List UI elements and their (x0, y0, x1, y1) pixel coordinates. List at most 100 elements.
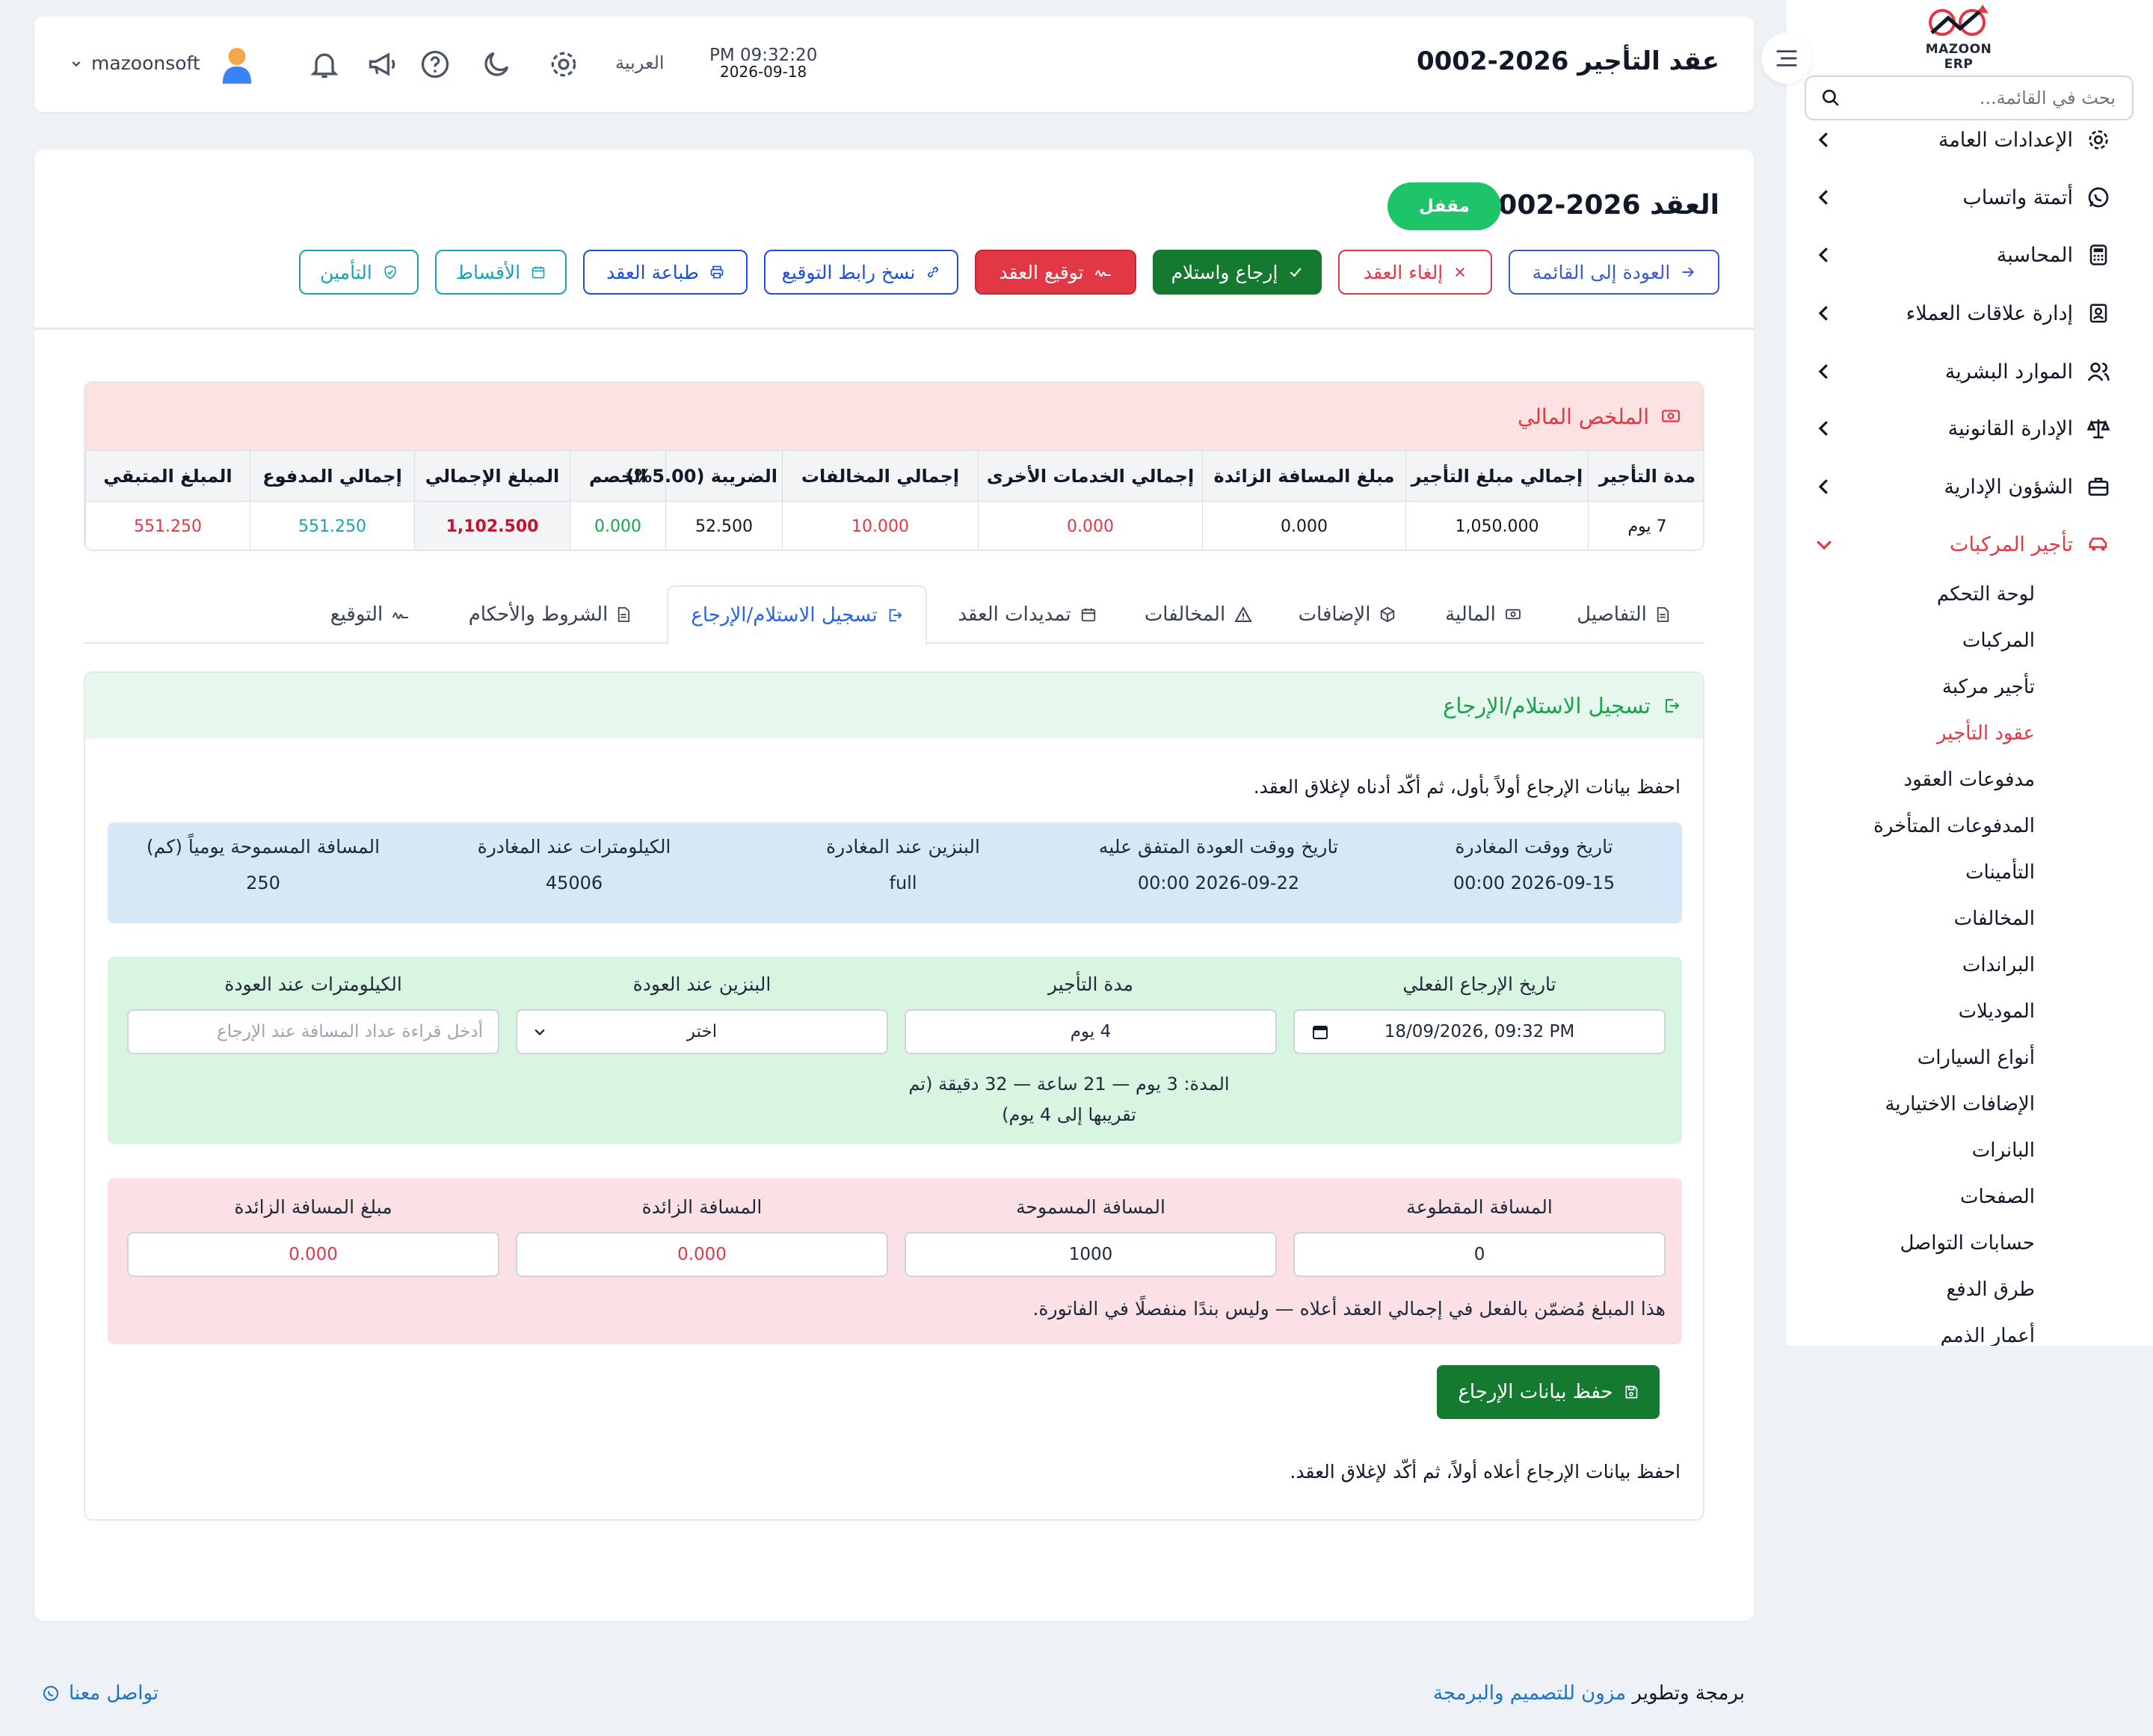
sidebar-subitem[interactable]: الإضافات الاختيارية (1885, 1093, 2035, 1130)
footer-credit: برمجة وتطوير مزون للتصميم والبرمجة (1433, 1682, 1745, 1705)
credit-prefix: برمجة وتطوير (1632, 1682, 1745, 1705)
sidebar-subitem[interactable]: لوحة التحكم (1937, 583, 2035, 621)
clock-time: PM 09:32:20 (709, 46, 818, 65)
help-icon[interactable] (419, 48, 452, 81)
allowed-distance-input[interactable]: 1000 (905, 1232, 1277, 1277)
sidebar-search-input[interactable] (1841, 87, 2117, 109)
sidebar-item-vehicle-rental[interactable]: تأجير المركبات (1813, 522, 2112, 567)
box-icon (1381, 606, 1395, 623)
info-label: الكيلومترات عند المغادرة (477, 836, 671, 858)
field-value: 18/09/2026, 09:32 PM (1384, 1022, 1575, 1041)
distance-driven-input[interactable]: 0 (1293, 1232, 1666, 1277)
tab-checkin-return[interactable]: تسجيل الاستلام/الإرجاع (667, 585, 927, 645)
tab-signature[interactable]: التوقيع (307, 585, 434, 644)
tab-terms[interactable]: الشروط والأحكام (449, 585, 650, 644)
field-label: المسافة الزائدة (641, 1196, 763, 1218)
sidebar-subitem[interactable]: أنواع السيارات (1918, 1047, 2035, 1084)
allowed-distance-field: المسافة المسموحة 1000 (905, 1196, 1277, 1277)
insurance-button[interactable]: التأمين (299, 250, 419, 295)
sidebar-subitem[interactable]: حسابات التواصل (1900, 1232, 2035, 1269)
sidebar-item-whatsapp[interactable]: أتمتة واتساب (1813, 175, 2112, 220)
sidebar-subitem[interactable]: أعمار الذمم (1940, 1325, 2035, 1346)
sidebar-item-crm[interactable]: إدارة علاقات العملاء (1813, 291, 2112, 336)
sidebar-item-hr[interactable]: الموارد البشرية (1813, 349, 2112, 394)
sidebar-item-label: الشؤون الإدارية (1944, 475, 2073, 499)
cancel-contract-button[interactable]: إلغاء العقد (1338, 250, 1492, 295)
field-label: الكيلومترات عند العودة (224, 973, 402, 995)
chevron-down-icon (1817, 541, 1832, 550)
sidebar-subitem[interactable]: الصفحات (1960, 1186, 2035, 1223)
copy-sign-link-button[interactable]: نسخ رابط التوقيع (764, 250, 958, 295)
sidebar-search[interactable] (1805, 76, 2134, 120)
field-label: مبلغ المسافة الزائدة (234, 1196, 392, 1218)
sidebar-subitem[interactable]: المخالفات (1954, 908, 2035, 945)
print-contract-button[interactable]: طباعة العقد (583, 250, 748, 295)
chevron-down-icon (535, 1029, 545, 1035)
search-icon (1822, 89, 1839, 106)
tab-finance[interactable]: المالية (1423, 585, 1543, 644)
user-menu[interactable]: mazoonsoft (70, 52, 200, 74)
contact-us-link[interactable]: تواصل معنا (42, 1682, 158, 1705)
km-return-input[interactable]: أدخل قراءة عداد المسافة عند الإرجاع (127, 1009, 499, 1054)
actual-return-date-field: تاريخ الإرجاع الفعلي 18/09/2026, 09:32 P… (1293, 973, 1666, 1054)
financial-summary: الملخص المالي مدة التأجير إجمالي مبلغ ال… (84, 381, 1704, 551)
megaphone-icon[interactable] (366, 48, 399, 81)
extra-distance-amount-input[interactable]: 0.000 (127, 1232, 499, 1277)
sidebar-subitem[interactable]: البراندات (1962, 954, 2035, 991)
bell-icon[interactable] (308, 48, 341, 81)
sidebar-subitem[interactable]: الموديلات (1959, 1000, 2035, 1038)
sidebar-subitem[interactable]: عقود التأجير (1937, 722, 2035, 760)
avatar[interactable] (220, 46, 254, 84)
table-header-cell: الضريبة (5.00%) (626, 450, 783, 502)
rental-duration-input[interactable]: 4 يوم (905, 1009, 1277, 1054)
sidebar-subitem[interactable]: طرق الدفع (1946, 1278, 2035, 1316)
info-label: تاريخ ووقت العودة المتفق عليه (1098, 836, 1339, 858)
close-contract-note: احفظ بيانات الإرجاع أعلاه أولاً، ثم أكّد… (1290, 1461, 1681, 1483)
info-value: 45006 (545, 872, 603, 893)
sidebar-item-accounting[interactable]: المحاسبة (1813, 233, 2112, 277)
sidebar-item-admin[interactable]: الشؤون الإدارية (1813, 464, 2112, 509)
return-receive-button[interactable]: إرجاع واستلام (1153, 250, 1322, 295)
tab-extensions[interactable]: تمديدات العقد (945, 585, 1109, 644)
money-icon (1506, 609, 1521, 620)
contacts-icon (2089, 304, 2107, 323)
table-cell: 0.000 (570, 501, 666, 550)
return-instruction-note: احفظ بيانات الإرجاع أولاً بأول، ثم أكّد … (1253, 776, 1681, 798)
credit-link[interactable]: مزون للتصميم والبرمجة (1433, 1682, 1626, 1705)
installments-button[interactable]: الأقساط (435, 250, 567, 295)
table-header-cell: إجمالي المدفوع (250, 450, 415, 502)
tab-violations[interactable]: المخالفات (1127, 585, 1269, 644)
gear-icon[interactable] (547, 48, 580, 81)
sidebar-toggle-button[interactable] (1761, 33, 1812, 84)
actual-return-date-input[interactable]: 18/09/2026, 09:32 PM (1293, 1009, 1666, 1054)
sidebar-item-label: أتمتة واتساب (1962, 185, 2073, 209)
logo-graphic-icon (1929, 4, 1989, 36)
page-title: عقد التأجير 2026-0002 (1416, 46, 1719, 76)
whatsapp-icon (2088, 187, 2109, 208)
sidebar-item-legal[interactable]: الإدارة القانونية (1813, 406, 2112, 451)
distance-driven-field: المسافة المقطوعة 0 (1293, 1196, 1666, 1277)
info-value: 250 (246, 872, 280, 893)
sidebar-item-general-settings[interactable]: الإعدادات العامة (1813, 117, 2112, 162)
moon-icon[interactable] (480, 48, 513, 81)
distance-box: المسافة المقطوعة 0 المسافة المسموحة 1000… (108, 1178, 1682, 1344)
sidebar-subitem[interactable]: مدفوعات العقود (1904, 769, 2035, 806)
sidebar-subitem[interactable]: المركبات (1962, 630, 2035, 667)
sidebar-subitem[interactable]: تأجير مركبة (1942, 676, 2035, 713)
sidebar-subitem[interactable]: التأمينات (1965, 861, 2035, 899)
language-switch[interactable]: العربية (615, 52, 665, 73)
tab-addons[interactable]: الإضافات (1287, 585, 1407, 644)
sidebar-subitem[interactable]: المدفوعات المتأخرة (1873, 815, 2035, 852)
chevron-left-icon (1818, 132, 1828, 147)
fuel-return-select[interactable]: اختر (516, 1009, 888, 1054)
extra-distance-input[interactable]: 0.000 (516, 1232, 888, 1277)
checkin-return-header: تسجيل الاستلام/الإرجاع (85, 673, 1703, 739)
sidebar-subitem[interactable]: البانرات (1972, 1139, 2035, 1177)
save-return-button[interactable]: حفظ بيانات الإرجاع (1437, 1365, 1660, 1419)
calendar-icon[interactable] (1311, 1023, 1329, 1041)
tab-details[interactable]: التفاصيل (1559, 585, 1687, 644)
sign-contract-button[interactable]: توقيع العقد (975, 250, 1136, 295)
table-header-cell: إجمالي المخالفات (782, 450, 979, 502)
cancel-button-label: إلغاء العقد (1363, 261, 1444, 283)
back-to-list-button[interactable]: العودة إلى القائمة (1509, 250, 1719, 295)
